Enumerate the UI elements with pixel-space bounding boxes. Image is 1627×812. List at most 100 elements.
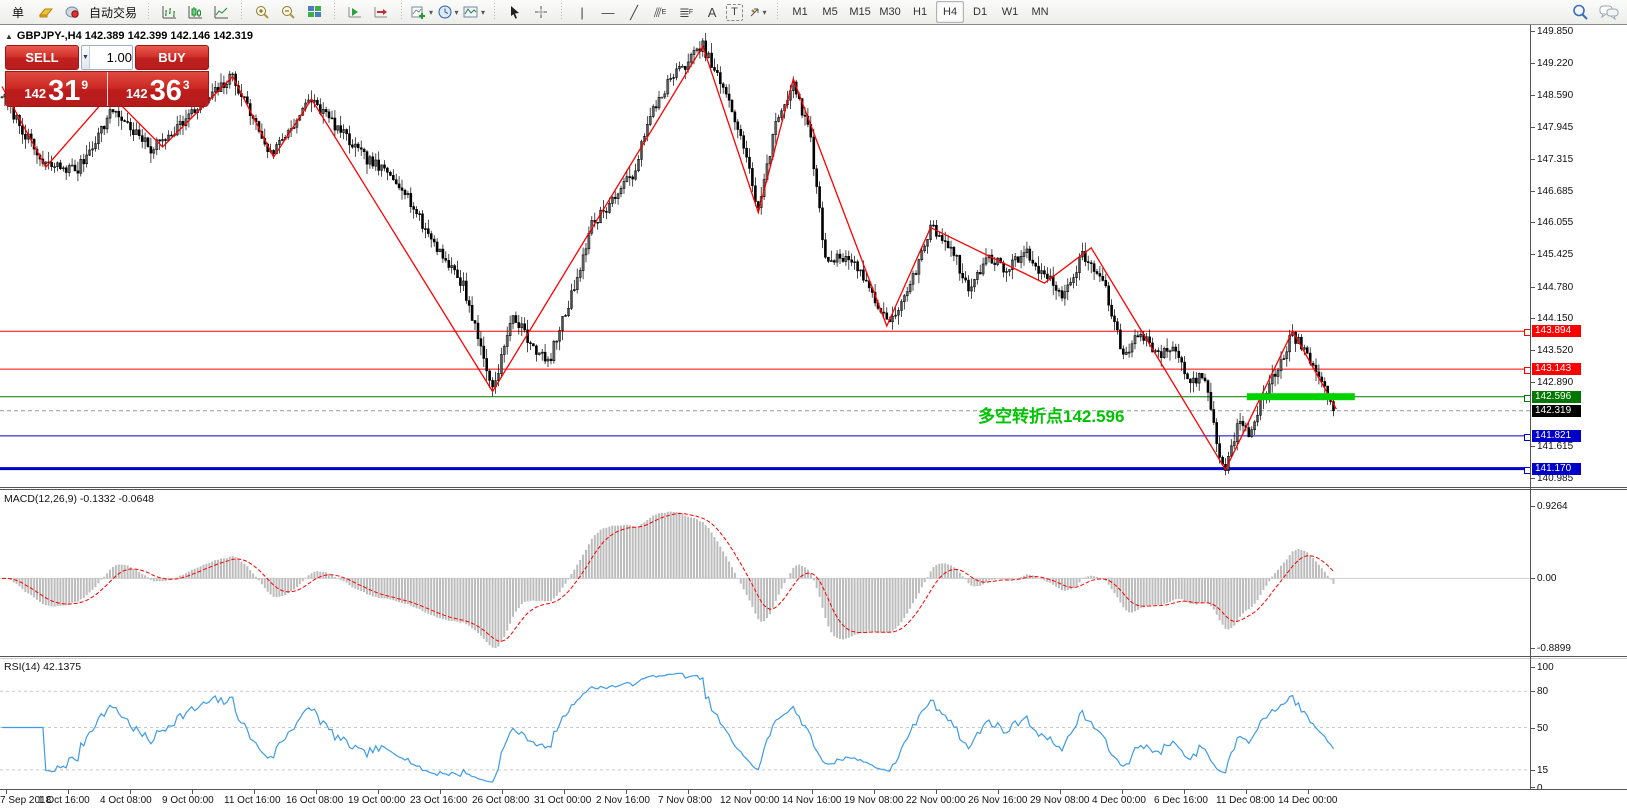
pane-separator	[0, 789, 1627, 790]
time-axis-label: 2 Nov 16:00	[596, 795, 650, 806]
axis-tick-mark	[1531, 95, 1535, 96]
line-chart-icon[interactable]	[209, 1, 233, 23]
zoom-in-icon[interactable]	[250, 1, 274, 23]
price-axis[interactable]: 149.850149.220148.590147.945147.315146.6…	[1531, 25, 1627, 789]
axis-tick-label: 141.615	[1537, 441, 1573, 452]
chart-shift-icon[interactable]	[369, 1, 393, 23]
timeframe-button-m30[interactable]: M30	[876, 1, 904, 23]
buy-price-big: 36	[150, 78, 182, 104]
axis-tick-label: 143.520	[1537, 345, 1573, 356]
new-order-button[interactable]: 单	[4, 1, 32, 23]
time-axis-label: 11 Dec 08:00	[1216, 795, 1275, 806]
macd-axis-label: -0.8899	[1537, 643, 1571, 654]
axis-tick-mark	[1531, 254, 1535, 255]
sell-price-display[interactable]: 142 31 9	[6, 72, 108, 106]
volume-input[interactable]	[90, 46, 133, 69]
bar-chart-icon[interactable]	[157, 1, 181, 23]
tile-windows-icon[interactable]	[302, 1, 326, 23]
horizontal-line-tool-icon[interactable]: —	[596, 1, 620, 23]
vertical-line-tool-icon[interactable]: |	[570, 1, 594, 23]
symbol-ohlc-text: GBPJPY-,H4 142.389 142.399 142.146 142.3…	[17, 30, 253, 42]
timeframe-button-h1[interactable]: H1	[906, 1, 934, 23]
one-click-trading-panel: SELL ▼ ▲ BUY 142 31 9 142 36 3	[5, 45, 209, 107]
pane-separator[interactable]	[0, 487, 1627, 488]
sell-price-prefix: 142	[24, 86, 46, 101]
crosshair-icon[interactable]	[529, 1, 553, 23]
time-tick-mark	[812, 790, 813, 794]
toolbar: 单 自动交易	[0, 0, 1627, 25]
toolbar-separator	[775, 3, 780, 21]
time-tick-mark	[440, 790, 441, 794]
timeframes-button[interactable]: ▾	[436, 1, 460, 23]
axis-tick-mark	[1531, 478, 1535, 479]
trendline-tool-icon[interactable]: ╱	[622, 1, 646, 23]
timeframe-button-d1[interactable]: D1	[966, 1, 994, 23]
rsi-axis-label: 100	[1537, 662, 1554, 673]
indicators-button[interactable]: ▾	[462, 1, 486, 23]
volume-stepper: ▼ ▲	[81, 45, 133, 70]
axis-tick-mark	[1531, 63, 1535, 64]
text-tool-icon[interactable]: A	[700, 1, 724, 23]
timeframe-button-m5[interactable]: M5	[816, 1, 844, 23]
buy-button[interactable]: BUY	[135, 45, 209, 70]
time-axis-label: 11 Oct 16:00	[224, 795, 281, 806]
pane-separator[interactable]	[0, 489, 1627, 490]
rsi-pane[interactable]	[0, 659, 1530, 789]
timeframe-button-h4[interactable]: H4	[936, 1, 964, 23]
toolbar-separator	[239, 3, 244, 21]
axis-tick-mark	[1531, 222, 1535, 223]
time-axis-label: 26 Oct 08:00	[472, 795, 529, 806]
channel-tool-icon[interactable]: ⫻E	[648, 1, 672, 23]
time-tick-mark	[6, 790, 7, 794]
timeframe-button-mn[interactable]: MN	[1026, 1, 1054, 23]
price-chart[interactable]	[0, 25, 1530, 488]
arrows-tool-icon[interactable]: ▾	[745, 1, 769, 23]
candlestick-chart-icon[interactable]	[183, 1, 207, 23]
timeframe-button-m1[interactable]: M1	[786, 1, 814, 23]
time-tick-mark	[1246, 790, 1247, 794]
time-tick-mark	[1308, 790, 1309, 794]
axis-tick-mark	[1531, 191, 1535, 192]
fibonacci-tool-icon[interactable]: ≣F	[674, 1, 698, 23]
search-icon[interactable]	[1572, 3, 1589, 21]
collapse-panel-icon[interactable]: ▲	[5, 32, 13, 41]
sell-price-big: 31	[48, 78, 80, 104]
order-panel-icon[interactable]	[34, 1, 58, 23]
chat-icon[interactable]	[1599, 3, 1619, 21]
pane-separator[interactable]	[0, 656, 1627, 657]
axis-tick-mark	[1531, 770, 1535, 771]
label-tool-icon[interactable]: T	[726, 4, 743, 21]
time-tick-mark	[936, 790, 937, 794]
auto-trading-button[interactable]: 自动交易	[86, 1, 140, 23]
toolbar-separator	[492, 3, 497, 21]
volume-decrease-button[interactable]: ▼	[82, 46, 90, 69]
time-axis-label: 22 Nov 00:00	[906, 795, 966, 806]
cursor-icon[interactable]	[503, 1, 527, 23]
time-tick-mark	[130, 790, 131, 794]
expert-advisors-icon[interactable]	[60, 1, 84, 23]
timeframe-button-m15[interactable]: M15	[846, 1, 874, 23]
timeframe-button-w1[interactable]: W1	[996, 1, 1024, 23]
timeframe-group: M1M5M15M30H1H4D1W1MN	[782, 0, 1058, 24]
price-level-label: 141.821	[1532, 430, 1581, 442]
time-tick-mark	[1184, 790, 1185, 794]
time-axis[interactable]: 7 Sep 20181 Oct 16:004 Oct 08:009 Oct 00…	[0, 790, 1627, 812]
rsi-label: RSI(14) 42.1375	[4, 661, 81, 673]
auto-scroll-icon[interactable]	[343, 1, 367, 23]
rsi-axis-label: 50	[1537, 723, 1548, 734]
macd-label: MACD(12,26,9) -0.1332 -0.0648	[4, 493, 154, 505]
time-axis-label: 23 Oct 16:00	[410, 795, 467, 806]
sell-button[interactable]: SELL	[5, 45, 79, 70]
rsi-axis-label: 15	[1537, 765, 1548, 776]
axis-tick-label: 148.590	[1537, 90, 1573, 101]
new-chart-button[interactable]: ▾	[410, 1, 434, 23]
price-level-label: 142.319	[1532, 405, 1581, 417]
macd-axis-label: 0.00	[1537, 573, 1556, 584]
buy-price-prefix: 142	[126, 86, 148, 101]
chevron-down-icon: ▾	[481, 8, 485, 17]
axis-tick-mark	[1531, 127, 1535, 128]
buy-price-display[interactable]: 142 36 3	[108, 72, 209, 106]
macd-pane[interactable]	[0, 490, 1530, 656]
time-axis-label: 19 Oct 00:00	[348, 795, 405, 806]
zoom-out-icon[interactable]	[276, 1, 300, 23]
